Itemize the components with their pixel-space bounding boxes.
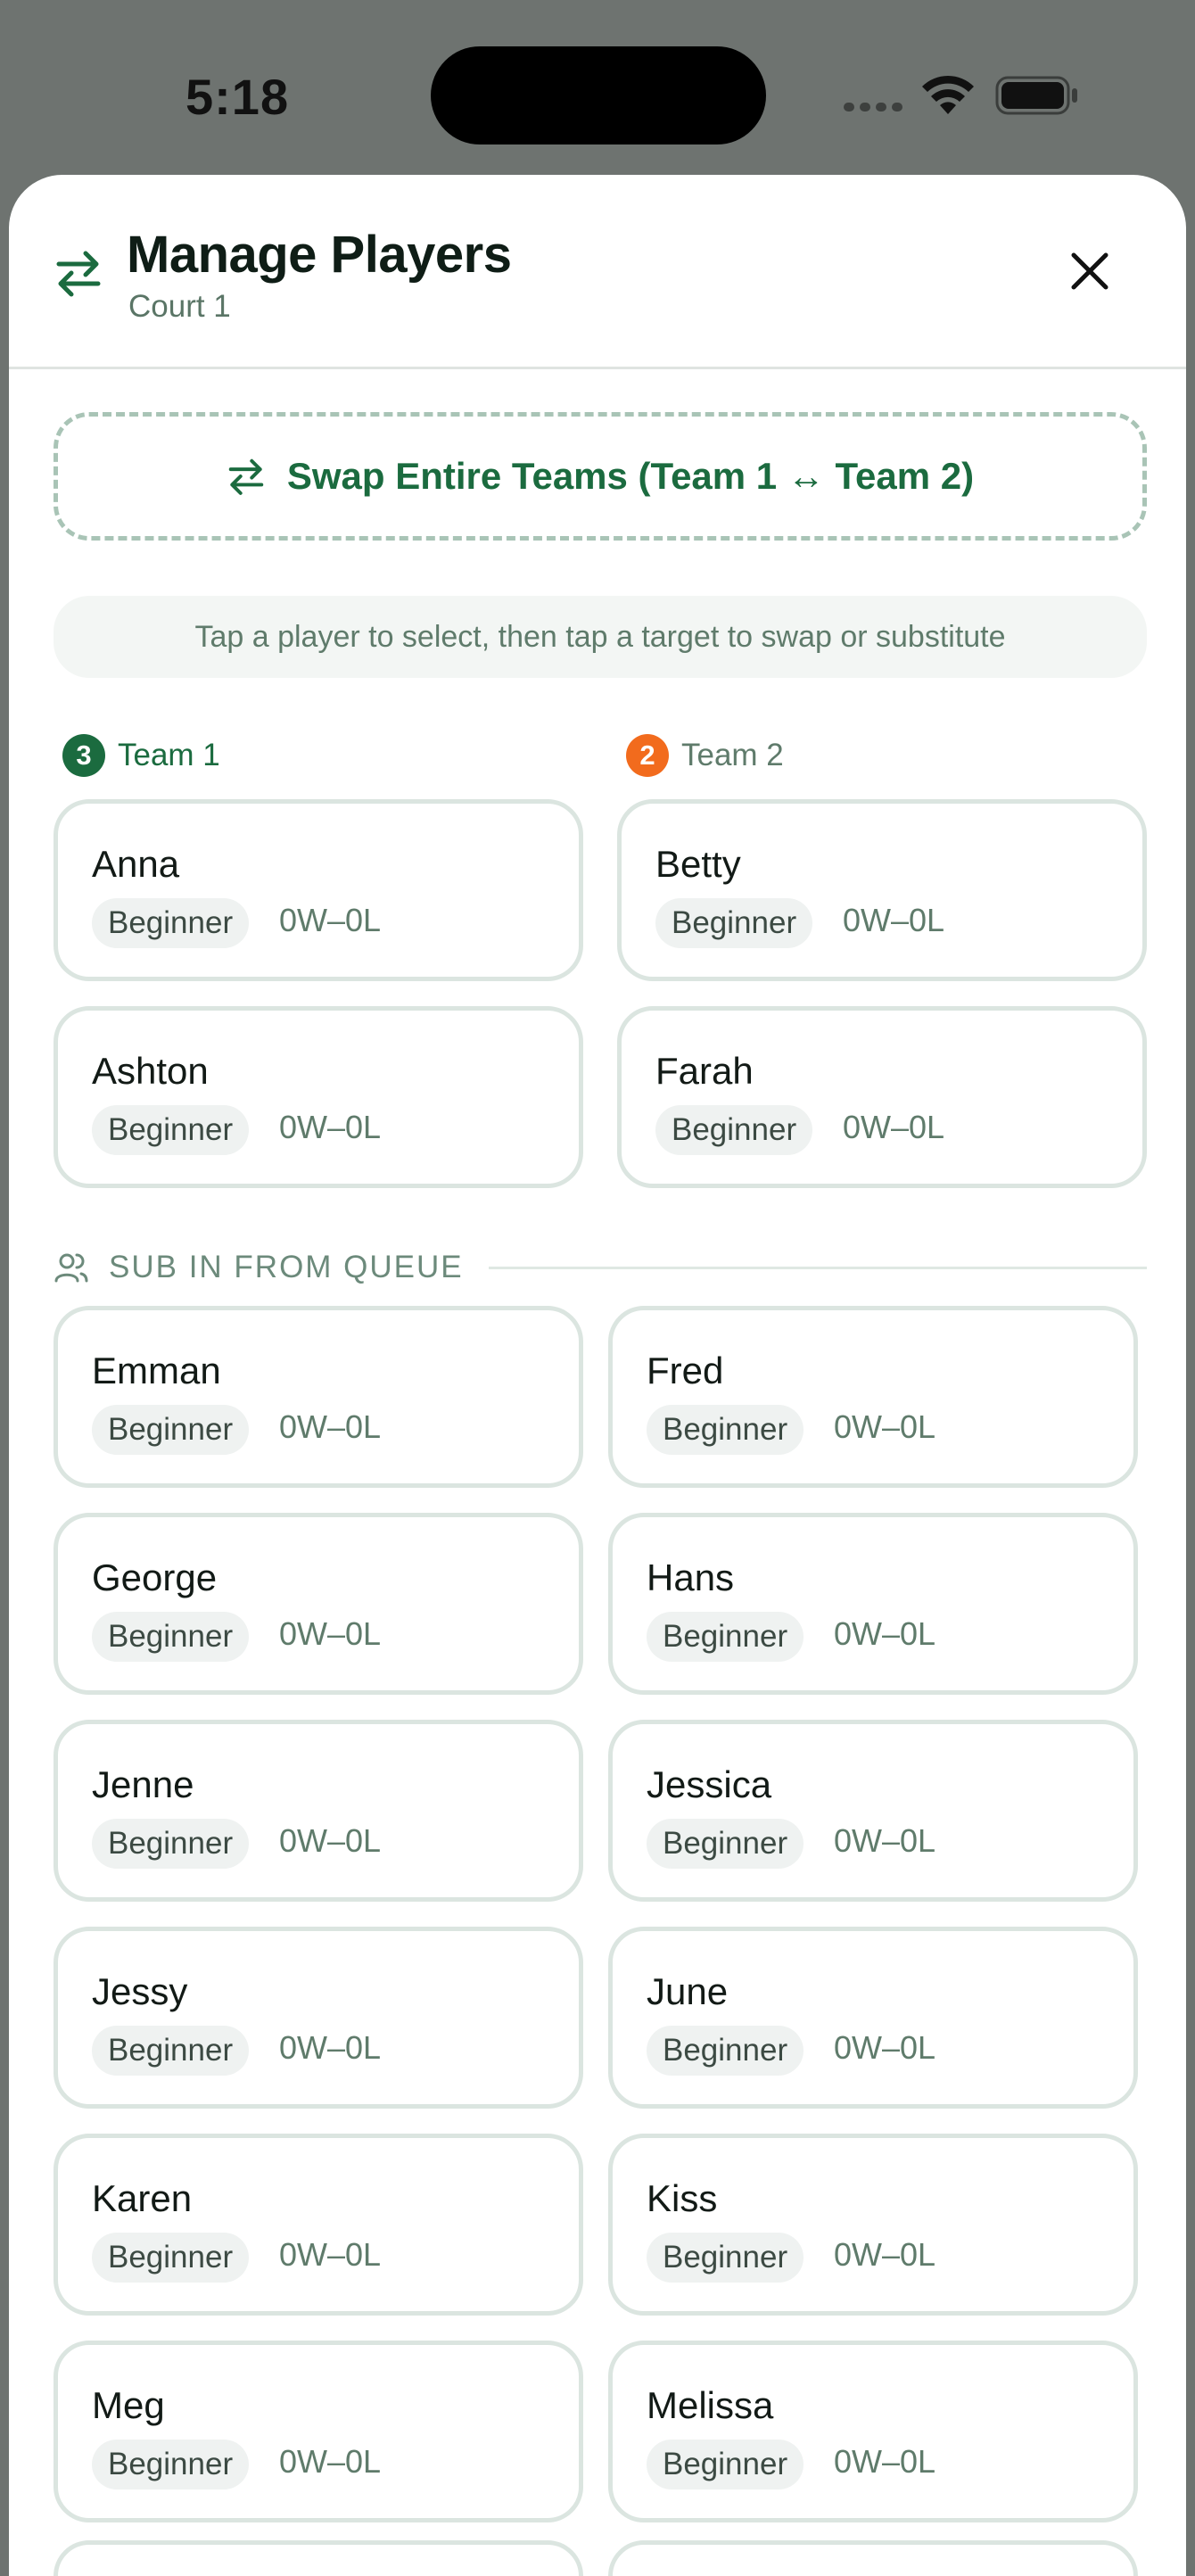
player-card-team1[interactable]: Ashton Beginner 0W–0L bbox=[54, 1006, 583, 1188]
team-2-header: 2 Team 2 bbox=[626, 733, 784, 778]
divider bbox=[488, 1266, 1147, 1269]
player-name: Melissa bbox=[647, 2384, 774, 2426]
team-2-count-badge: 2 bbox=[626, 734, 669, 777]
cellular-signal-icon bbox=[844, 100, 908, 116]
player-card-queue[interactable]: Kiss Beginner 0W–0L bbox=[608, 2134, 1138, 2316]
skill-level-badge: Beginner bbox=[92, 898, 250, 948]
player-name: Farah bbox=[655, 1050, 754, 1092]
player-name: Emman bbox=[92, 1350, 221, 1391]
skill-level-badge: Beginner bbox=[647, 1819, 804, 1869]
player-name: Karen bbox=[92, 2177, 193, 2219]
win-loss-record: 0W–0L bbox=[834, 1615, 936, 1652]
team-1-label: Team 1 bbox=[118, 738, 220, 772]
dynamic-island bbox=[431, 46, 766, 144]
skill-level-badge: Beginner bbox=[655, 1105, 813, 1155]
player-card-queue[interactable]: Melissa Beginner 0W–0L bbox=[608, 2341, 1138, 2522]
player-card-team1[interactable]: Anna Beginner 0W–0L bbox=[54, 799, 583, 981]
player-name: Jenne bbox=[92, 1763, 194, 1805]
skill-level-badge: Beginner bbox=[647, 1405, 804, 1455]
skill-level-badge: Beginner bbox=[92, 1105, 250, 1155]
player-card-queue[interactable]: Jenne Beginner 0W–0L bbox=[54, 1720, 583, 1902]
player-name: Jessica bbox=[647, 1763, 772, 1805]
player-card-queue[interactable]: June Beginner 0W–0L bbox=[608, 1927, 1138, 2109]
win-loss-record: 0W–0L bbox=[279, 2029, 382, 2066]
team-1-count-badge: 3 bbox=[62, 734, 105, 777]
skill-level-badge: Beginner bbox=[647, 1612, 804, 1662]
skill-level-badge: Beginner bbox=[92, 1819, 250, 1869]
instruction-hint: Tap a player to select, then tap a targe… bbox=[54, 596, 1147, 678]
skill-level-badge: Beginner bbox=[647, 2026, 804, 2076]
team-1-header: 3 Team 1 bbox=[62, 733, 220, 778]
player-card-queue[interactable]: Jessica Beginner 0W–0L bbox=[608, 1720, 1138, 1902]
win-loss-record: 0W–0L bbox=[279, 2236, 382, 2273]
skill-level-badge: Beginner bbox=[92, 2233, 250, 2283]
win-loss-record: 0W–0L bbox=[834, 1408, 936, 1445]
skill-level-badge: Beginner bbox=[655, 898, 813, 948]
win-loss-record: 0W–0L bbox=[279, 1615, 382, 1652]
player-card-queue[interactable]: George Beginner 0W–0L bbox=[54, 1513, 583, 1695]
win-loss-record: 0W–0L bbox=[279, 902, 382, 938]
player-card-queue[interactable]: Emman Beginner 0W–0L bbox=[54, 1306, 583, 1488]
player-name: Meg bbox=[92, 2384, 165, 2426]
skill-level-badge: Beginner bbox=[92, 2026, 250, 2076]
wifi-icon bbox=[922, 75, 974, 114]
player-card-queue-partial[interactable] bbox=[608, 2540, 1138, 2576]
skill-level-badge: Beginner bbox=[92, 1405, 250, 1455]
skill-level-badge: Beginner bbox=[647, 2440, 804, 2489]
status-time: 5:18 bbox=[185, 69, 290, 125]
player-card-queue[interactable]: Karen Beginner 0W–0L bbox=[54, 2134, 583, 2316]
swap-teams-button[interactable]: Swap Entire Teams (Team 1 ↔ Team 2) bbox=[54, 412, 1147, 541]
skill-level-badge: Beginner bbox=[92, 1612, 250, 1662]
battery-icon bbox=[995, 76, 1077, 115]
win-loss-record: 0W–0L bbox=[834, 2029, 936, 2066]
player-name: Anna bbox=[92, 843, 180, 885]
skill-level-badge: Beginner bbox=[647, 2233, 804, 2283]
team-2-label: Team 2 bbox=[681, 738, 784, 772]
win-loss-record: 0W–0L bbox=[843, 902, 945, 938]
manage-players-sheet: Manage Players Court 1 Swap Entire Teams… bbox=[9, 175, 1186, 2576]
player-card-team2[interactable]: Farah Beginner 0W–0L bbox=[617, 1006, 1147, 1188]
queue-label: SUB IN FROM QUEUE bbox=[109, 1250, 464, 1284]
win-loss-record: 0W–0L bbox=[279, 2443, 382, 2480]
player-card-queue[interactable]: Jessy Beginner 0W–0L bbox=[54, 1927, 583, 2109]
win-loss-record: 0W–0L bbox=[834, 2443, 936, 2480]
close-icon[interactable] bbox=[1061, 243, 1118, 300]
player-card-queue[interactable]: Hans Beginner 0W–0L bbox=[608, 1513, 1138, 1695]
win-loss-record: 0W–0L bbox=[279, 1822, 382, 1859]
swap-teams-label: Swap Entire Teams (Team 1 ↔ Team 2) bbox=[286, 455, 975, 497]
win-loss-record: 0W–0L bbox=[279, 1109, 382, 1145]
player-name: June bbox=[647, 1970, 729, 2012]
users-icon bbox=[54, 1253, 88, 1283]
player-card-queue-partial[interactable] bbox=[54, 2540, 583, 2576]
player-name: Betty bbox=[655, 843, 741, 885]
player-card-queue[interactable]: Fred Beginner 0W–0L bbox=[608, 1306, 1138, 1488]
player-name: Hans bbox=[647, 1556, 735, 1598]
sheet-header: Manage Players Court 1 bbox=[9, 175, 1186, 369]
skill-level-badge: Beginner bbox=[92, 2440, 250, 2489]
status-bar: 5:18 bbox=[0, 0, 1195, 175]
win-loss-record: 0W–0L bbox=[834, 1822, 936, 1859]
player-card-queue[interactable]: Meg Beginner 0W–0L bbox=[54, 2341, 583, 2522]
win-loss-record: 0W–0L bbox=[843, 1109, 945, 1145]
player-card-team2[interactable]: Betty Beginner 0W–0L bbox=[617, 799, 1147, 981]
queue-section-header: SUB IN FROM QUEUE bbox=[54, 1245, 1147, 1290]
court-subtitle: Court 1 bbox=[128, 289, 231, 324]
player-name: George bbox=[92, 1556, 218, 1598]
player-name: Kiss bbox=[647, 2177, 718, 2219]
swap-arrows-icon bbox=[228, 458, 264, 495]
player-name: Fred bbox=[647, 1350, 724, 1391]
player-name: Ashton bbox=[92, 1050, 209, 1092]
page-title: Manage Players bbox=[127, 226, 512, 284]
player-name: Jessy bbox=[92, 1970, 188, 2012]
swap-arrows-icon bbox=[56, 251, 101, 297]
win-loss-record: 0W–0L bbox=[834, 2236, 936, 2273]
win-loss-record: 0W–0L bbox=[279, 1408, 382, 1445]
